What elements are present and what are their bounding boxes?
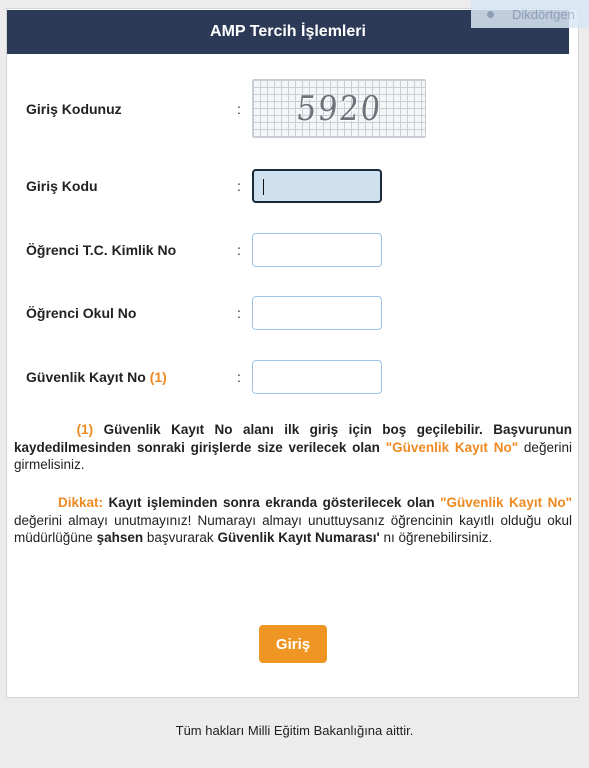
security-note-ref: (1) xyxy=(149,369,167,385)
security-label-text: Güvenlik Kayıt No xyxy=(26,369,146,385)
footer-copyright: Tüm hakları Milli Eğitim Bakanlığına ait… xyxy=(175,723,414,738)
captcha-colon: : xyxy=(237,101,241,117)
note2-bold3: Güvenlik Kayıt Numarası' xyxy=(217,530,380,545)
captcha-image: 5920 xyxy=(252,79,426,138)
text-caret xyxy=(263,179,264,195)
captcha-code: 5920 xyxy=(294,88,384,129)
tc-input[interactable] xyxy=(252,233,382,267)
note-warning: Dikkat: Kayıt işleminden sonra ekranda g… xyxy=(14,494,572,547)
page-title-text: AMP Tercih İşlemleri xyxy=(210,23,366,40)
note2-highlight: "Güvenlik Kayıt No" xyxy=(440,495,572,510)
school-label: Öğrenci Okul No xyxy=(26,305,137,321)
note2-text3: nı öğrenebilirsiniz. xyxy=(383,530,493,545)
security-input[interactable] xyxy=(252,360,382,394)
code-label: Giriş Kodu xyxy=(26,178,98,194)
tc-colon: : xyxy=(237,242,241,258)
note1-highlight: "Güvenlik Kayıt No" xyxy=(385,439,519,455)
security-colon: : xyxy=(237,369,241,385)
note1-marker: (1) xyxy=(76,422,94,437)
tc-row: Öğrenci T.C. Kimlik No : xyxy=(18,230,578,270)
security-row: Güvenlik Kayıt No (1) : xyxy=(18,357,578,397)
note-security-info: (1) Güvenlik Kayıt No alanı ilk giriş iç… xyxy=(14,421,572,474)
tc-label: Öğrenci T.C. Kimlik No xyxy=(26,242,177,258)
code-input[interactable] xyxy=(252,169,382,203)
note2-bold-text: Kayıt işleminden sonra ekranda gösterile… xyxy=(108,495,435,510)
captcha-label: Giriş Kodunuz xyxy=(26,101,122,117)
security-label: Güvenlik Kayıt No (1) xyxy=(26,369,167,385)
school-row: Öğrenci Okul No : xyxy=(18,293,578,333)
shape-overlay-label[interactable]: Dikdörtgen xyxy=(471,0,589,28)
login-button[interactable]: Giriş xyxy=(259,625,327,663)
school-input[interactable] xyxy=(252,296,382,330)
school-colon: : xyxy=(237,305,241,321)
code-colon: : xyxy=(237,178,241,194)
shape-overlay-text: Dikdörtgen xyxy=(512,6,575,22)
bullet-icon xyxy=(487,10,494,18)
note2-text2: başvurarak xyxy=(146,530,214,545)
code-row: Giriş Kodu : xyxy=(18,166,578,206)
note2-prefix: Dikkat: xyxy=(58,495,104,510)
note2-bold2: şahsen xyxy=(96,530,144,545)
